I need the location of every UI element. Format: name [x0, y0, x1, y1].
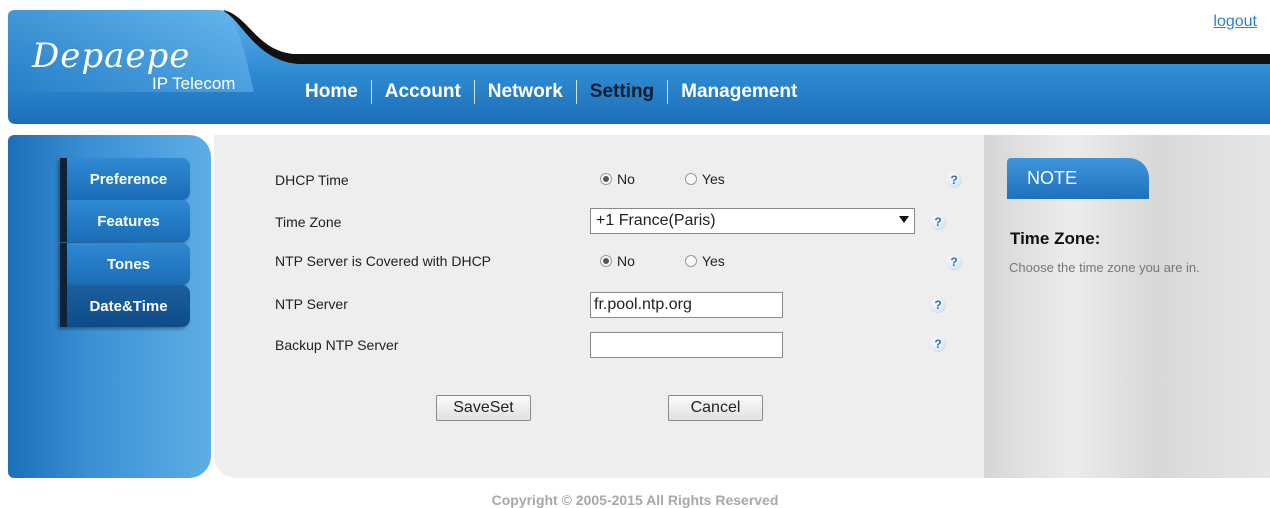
top-navigation: Home Account Network Setting Management [292, 80, 810, 104]
saveset-button[interactable]: SaveSet [436, 395, 531, 421]
nav-setting[interactable]: Setting [577, 81, 667, 103]
time-zone-help-icon[interactable]: ? [930, 214, 946, 230]
ntp-dhcp-label: NTP Server is Covered with DHCP [275, 253, 492, 269]
logout-link[interactable]: logout [1213, 13, 1257, 31]
ntp-dhcp-yes-radio[interactable]: Yes [684, 253, 725, 269]
note-tab: NOTE [1007, 158, 1149, 199]
cancel-button[interactable]: Cancel [668, 395, 763, 421]
nav-network[interactable]: Network [475, 81, 576, 103]
time-zone-select[interactable]: +1 France(Paris) [590, 208, 915, 234]
nav-divider [575, 80, 577, 104]
radio-unchecked-icon [684, 173, 697, 185]
ntp-dhcp-no-radio[interactable]: No [600, 253, 635, 269]
dhcp-time-no-radio[interactable]: No [600, 171, 635, 187]
backup-ntp-help-icon[interactable]: ? [930, 336, 946, 352]
ntp-server-input[interactable]: fr.pool.ntp.org [590, 292, 783, 318]
backup-ntp-label: Backup NTP Server [275, 337, 399, 353]
note-text: Choose the time zone you are in. [1009, 260, 1200, 275]
radio-label: No [617, 171, 635, 187]
dhcp-time-label: DHCP Time [275, 172, 349, 188]
sidebar-item-tones[interactable]: Tones [60, 243, 190, 285]
brand-subtitle: IP Telecom [152, 74, 236, 93]
ntp-server-help-icon[interactable]: ? [930, 297, 946, 313]
brand-logo: Depaepe [32, 36, 191, 76]
time-zone-value: +1 France(Paris) [596, 212, 716, 229]
ntp-dhcp-help-icon[interactable]: ? [946, 254, 962, 270]
nav-divider [370, 80, 372, 104]
ntp-server-label: NTP Server [275, 296, 348, 312]
radio-label: Yes [701, 171, 725, 187]
radio-label: No [617, 253, 635, 269]
dhcp-time-radios: No Yes [600, 171, 725, 187]
sidebar: Preference Features Tones Date&Time [8, 135, 211, 478]
copyright-footer: Copyright © 2005-2015 All Rights Reserve… [491, 492, 779, 508]
ntp-dhcp-radios: No Yes [600, 253, 725, 269]
time-zone-label: Time Zone [275, 214, 342, 230]
nav-home[interactable]: Home [292, 81, 371, 103]
nav-management[interactable]: Management [668, 81, 810, 103]
radio-checked-icon [600, 255, 612, 267]
chevron-down-icon [899, 216, 909, 223]
radio-checked-icon [600, 173, 612, 185]
note-title: Time Zone: [1010, 229, 1101, 248]
note-panel: NOTE Time Zone: Choose the time zone you… [984, 135, 1270, 478]
header-banner [8, 10, 1270, 124]
sidebar-item-date-time[interactable]: Date&Time [60, 285, 190, 327]
sidebar-item-preference[interactable]: Preference [60, 158, 190, 200]
nav-divider [667, 80, 669, 104]
nav-account[interactable]: Account [372, 81, 474, 103]
dhcp-time-help-icon[interactable]: ? [946, 172, 962, 188]
radio-label: Yes [701, 253, 725, 269]
radio-unchecked-icon [684, 255, 697, 267]
nav-divider [473, 80, 475, 104]
settings-form: DHCP Time No Yes ? Time Zone +1 France(P… [214, 135, 984, 478]
header: Depaepe IP Telecom [8, 10, 1270, 126]
sidebar-item-features[interactable]: Features [60, 200, 190, 242]
dhcp-time-yes-radio[interactable]: Yes [684, 171, 725, 187]
backup-ntp-input[interactable] [590, 332, 783, 358]
